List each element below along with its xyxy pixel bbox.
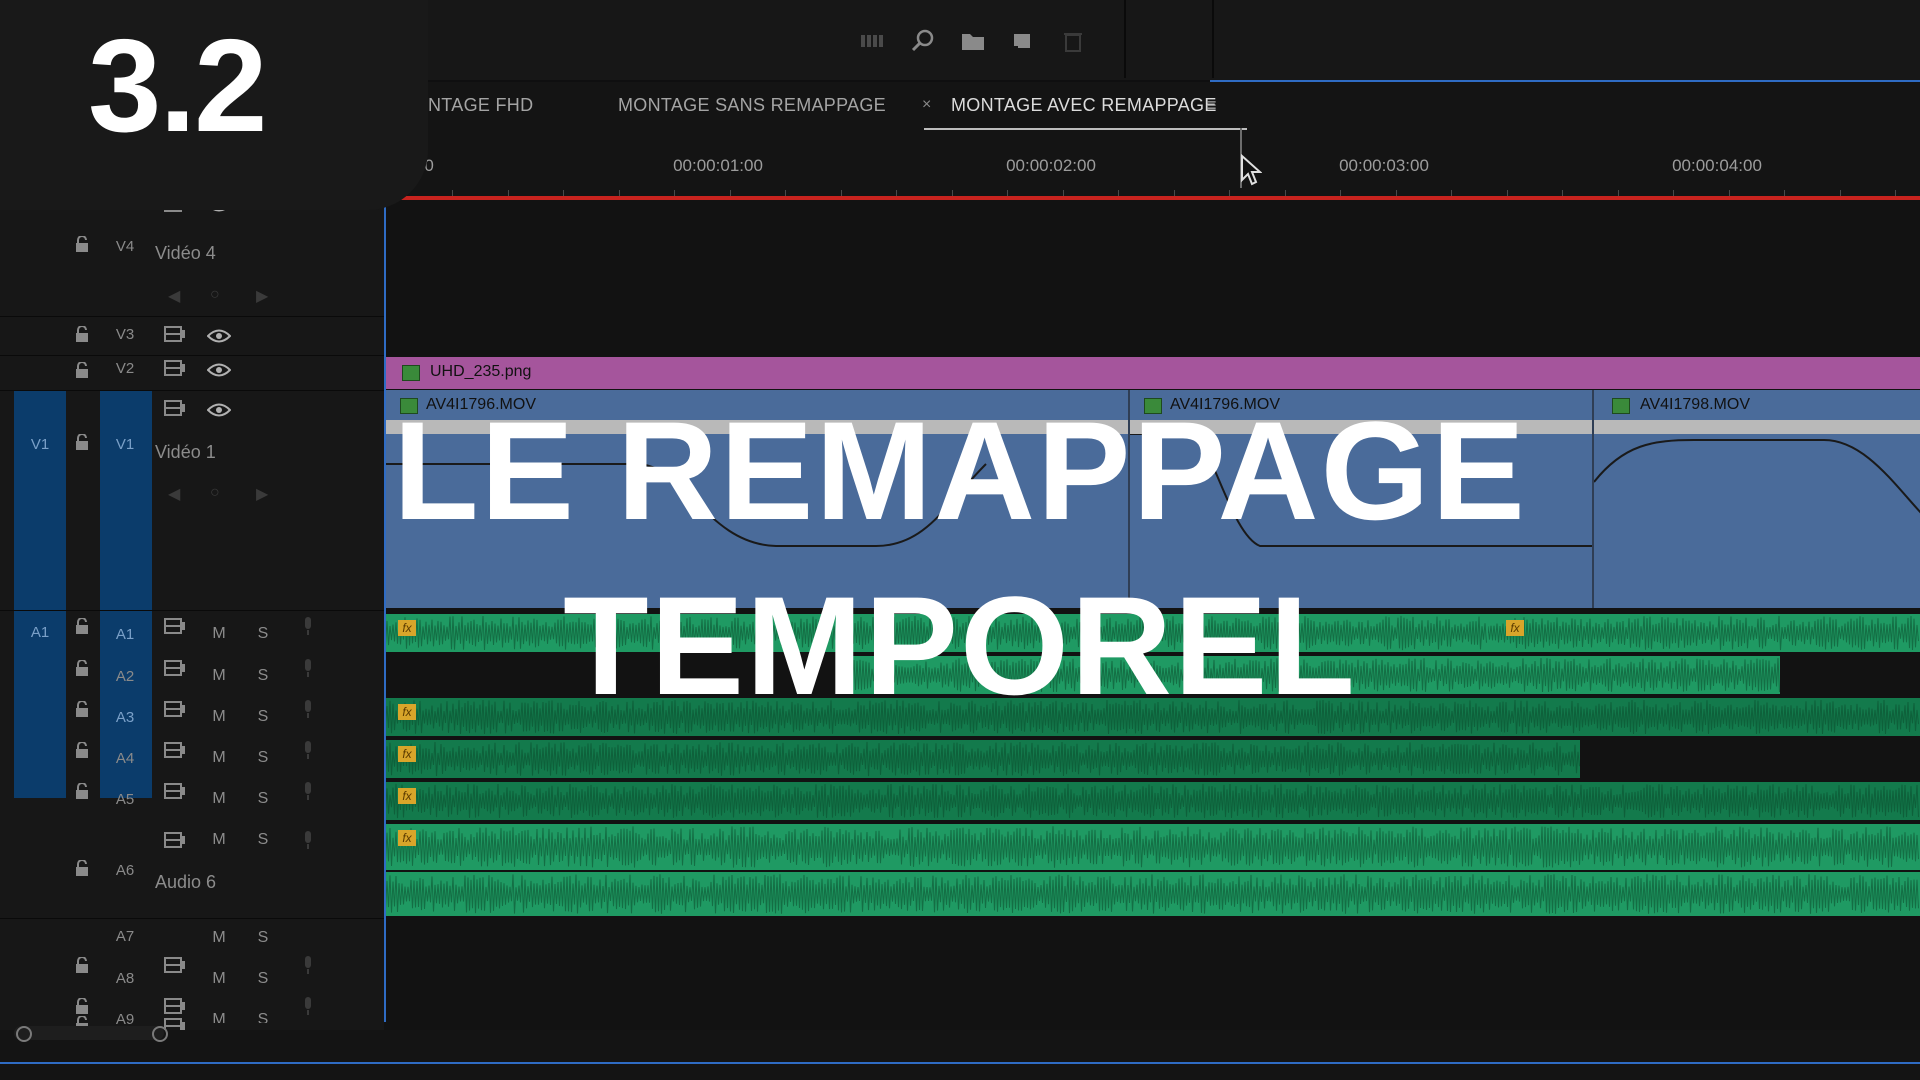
tab-menu-icon[interactable]: ≡ <box>1206 82 1217 128</box>
ruler-timecode: 00:00:02:00 <box>1006 156 1096 175</box>
tab-montage-fhd[interactable]: NTAGE FHD <box>428 82 533 128</box>
clip-name: UHD_235.png <box>430 363 532 380</box>
waveform-path <box>384 783 1919 819</box>
waveform-path <box>384 826 1919 868</box>
lock-icon[interactable] <box>75 326 89 342</box>
lock-icon[interactable] <box>75 860 89 876</box>
next-keyframe-icon[interactable]: ▶ <box>256 286 268 306</box>
trash-icon[interactable] <box>1060 28 1086 54</box>
audio-clip-a4[interactable]: fx <box>384 740 1580 778</box>
chapter-badge: 3.2 <box>0 0 428 210</box>
mute-button[interactable]: M <box>212 970 225 988</box>
fx-badge: fx <box>398 788 416 804</box>
track-label-a5: A5 <box>115 791 135 808</box>
add-keyframe-icon[interactable]: ○ <box>210 286 220 304</box>
zoom-scrollbar[interactable] <box>14 1026 164 1040</box>
zoom-handle-left[interactable] <box>16 1026 32 1042</box>
waveform <box>384 741 1580 777</box>
track-label-a6: A6 <box>115 862 135 879</box>
solo-button[interactable]: S <box>258 831 269 849</box>
ruler-timecode: 00:00:01:00 <box>673 156 763 175</box>
time-ruler[interactable]: :00 00:00:01:00 00:00:02:00 00:00:03:00 … <box>384 130 1920 200</box>
prev-keyframe-icon[interactable]: ◀ <box>168 286 180 306</box>
track-label-a8: A8 <box>115 970 135 987</box>
mic-icon[interactable] <box>302 996 314 1016</box>
film-icon[interactable] <box>164 957 186 973</box>
eye-icon[interactable] <box>207 363 231 377</box>
mute-button[interactable]: M <box>212 1011 225 1023</box>
video-title-line-2: TEMPOREL <box>563 567 1357 724</box>
folder-icon[interactable] <box>960 28 986 54</box>
solo-button[interactable]: S <box>258 970 269 988</box>
ruler-timecode: 00:00:04:00 <box>1672 156 1762 175</box>
track-label-a9: A9 <box>115 1011 135 1025</box>
new-item-icon[interactable] <box>1010 28 1036 54</box>
film-icon[interactable] <box>164 326 186 342</box>
panel-focus-line <box>0 1062 1920 1064</box>
clip-uhd-235[interactable]: UHD_235.png <box>384 357 1920 389</box>
track-label-a7: A7 <box>115 928 135 945</box>
film-icon[interactable] <box>164 783 186 799</box>
track-label-v3: V3 <box>115 326 135 343</box>
audio-clip-a6-left[interactable]: fx <box>384 824 1920 870</box>
fx-icon <box>402 365 420 381</box>
tab-montage-avec-remappage[interactable]: MONTAGE AVEC REMAPPAGE <box>924 82 1247 130</box>
film-icon[interactable] <box>164 360 186 376</box>
audio-clip-a6-right[interactable] <box>384 872 1920 916</box>
lock-icon[interactable] <box>75 957 89 973</box>
waveform <box>384 783 1919 819</box>
tab-montage-sans-remappage[interactable]: MONTAGE SANS REMAPPAGE <box>618 82 886 128</box>
row-separator <box>0 918 384 919</box>
audio-clip-a5[interactable]: fx <box>384 782 1920 820</box>
toolbar-divider <box>1124 0 1126 78</box>
waveform <box>384 826 1919 868</box>
zoom-handle-right[interactable] <box>152 1026 168 1042</box>
track-name-a6: Audio 6 <box>155 872 217 892</box>
lock-icon[interactable] <box>75 236 89 252</box>
lock-icon[interactable] <box>75 998 89 1014</box>
row-separator <box>0 316 384 317</box>
search-icon[interactable] <box>910 28 936 54</box>
solo-button[interactable]: S <box>258 790 269 808</box>
waveform-path <box>384 874 1919 914</box>
solo-button[interactable]: S <box>258 929 269 947</box>
mic-icon[interactable] <box>302 830 314 850</box>
fx-badge: fx <box>398 830 416 846</box>
mic-icon[interactable] <box>302 955 314 975</box>
cursor-icon <box>1241 154 1262 186</box>
lock-icon[interactable] <box>75 783 89 799</box>
mute-button[interactable]: M <box>212 929 225 947</box>
mute-button[interactable]: M <box>212 790 225 808</box>
solo-button[interactable]: S <box>258 1011 269 1023</box>
track-label-a4: A4 <box>115 750 135 767</box>
mute-button[interactable]: M <box>212 831 225 849</box>
chapter-number: 3.2 <box>88 12 267 159</box>
lock-icon[interactable] <box>75 362 89 378</box>
film-icon[interactable] <box>164 742 186 758</box>
bottom-bar <box>0 1030 1920 1080</box>
fx-badge: fx <box>398 746 416 762</box>
waveform-path <box>384 741 1580 777</box>
track-label-v4: V4 <box>115 238 135 255</box>
mic-icon[interactable] <box>302 740 314 760</box>
track-name-v4: Vidéo 4 <box>155 243 216 263</box>
waveform <box>384 874 1919 914</box>
solo-button[interactable]: S <box>258 749 269 767</box>
film-icon[interactable] <box>164 998 186 1014</box>
video-title-line-1: LE REMAPPAGE <box>393 392 1527 549</box>
mute-button[interactable]: M <box>212 749 225 767</box>
row-separator <box>0 355 384 356</box>
mic-icon[interactable] <box>302 781 314 801</box>
clip-columns-icon[interactable] <box>860 28 886 54</box>
film-icon[interactable] <box>164 832 186 848</box>
track-label-v2: V2 <box>115 360 135 377</box>
ruler-timecode: 00:00:03:00 <box>1339 156 1429 175</box>
lock-icon[interactable] <box>75 742 89 758</box>
toolbar-divider <box>1212 0 1214 78</box>
eye-icon[interactable] <box>207 329 231 343</box>
